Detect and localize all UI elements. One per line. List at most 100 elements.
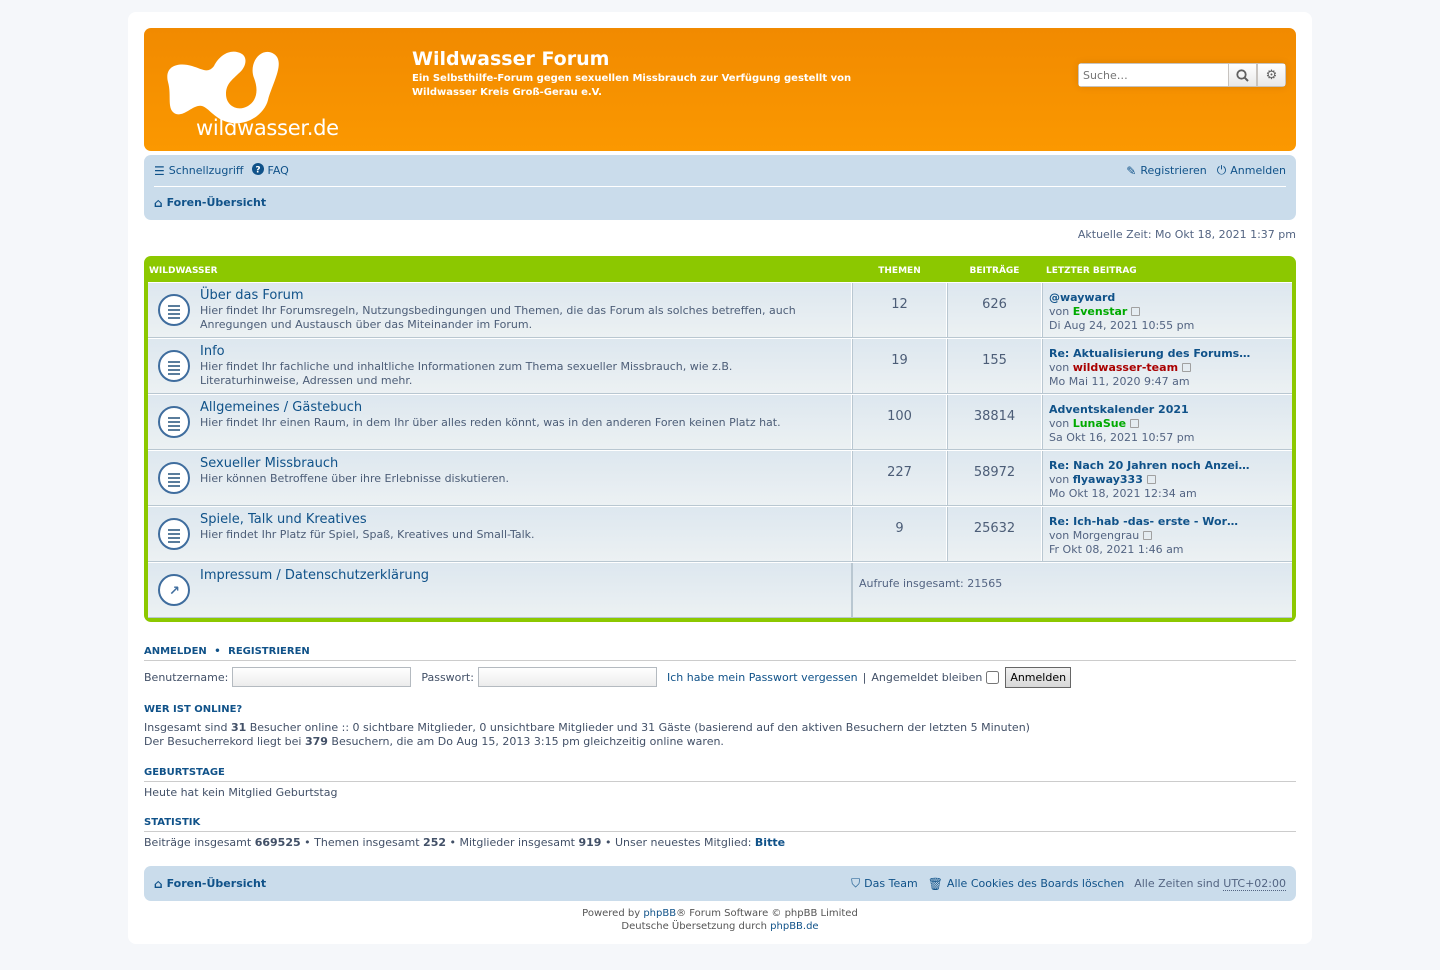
- last-post-date: Mo Okt 18, 2021 12:34 am: [1049, 487, 1197, 500]
- last-post-title[interactable]: Re: Nach 20 Jahren noch Anzei…: [1049, 459, 1250, 472]
- search-input[interactable]: [1078, 63, 1228, 87]
- search-button[interactable]: [1228, 63, 1257, 87]
- category-header[interactable]: WILDWASSER: [148, 266, 852, 276]
- forum-title[interactable]: Impressum / Datenschutzerklärung: [200, 568, 429, 583]
- view-latest-post-icon[interactable]: [1131, 307, 1141, 316]
- view-latest-post-icon[interactable]: [1146, 475, 1156, 484]
- login-link[interactable]: ⏻ Anmelden: [1217, 163, 1286, 178]
- pipe-separator: |: [862, 670, 867, 684]
- forum-read-icon: [158, 294, 190, 326]
- question-icon: ?: [251, 163, 264, 178]
- menu-icon: ☰: [154, 163, 165, 178]
- last-post-user[interactable]: flyaway333: [1073, 473, 1143, 486]
- online-section: WER IST ONLINE? Insgesamt sind 31 Besuch…: [144, 704, 1296, 749]
- login-section: ANMELDEN • REGISTRIEREN Benutzername: Pa…: [144, 646, 1296, 690]
- forum-read-icon: [158, 406, 190, 438]
- view-latest-post-icon[interactable]: [1182, 363, 1192, 372]
- topics-count: 227: [852, 451, 947, 505]
- last-post-user[interactable]: LunaSue: [1073, 417, 1126, 430]
- username-label: Benutzername:: [144, 670, 229, 684]
- password-label: Passwort:: [421, 670, 474, 684]
- phpbb-link[interactable]: phpBB: [643, 908, 676, 919]
- forum-title[interactable]: Info: [200, 344, 225, 359]
- register-link[interactable]: ✎ Registrieren: [1126, 163, 1206, 178]
- online-link[interactable]: WER IST ONLINE?: [144, 704, 242, 715]
- delete-cookies-link[interactable]: 🗑 Alle Cookies des Boards löschen: [928, 876, 1125, 891]
- posts-count: 58972: [947, 451, 1042, 505]
- forum-title[interactable]: Allgemeines / Gästebuch: [200, 400, 362, 415]
- posts-count: 155: [947, 339, 1042, 393]
- last-post-date: Mo Mai 11, 2020 9:47 am: [1049, 375, 1190, 388]
- last-post-user[interactable]: Evenstar: [1073, 305, 1128, 318]
- stats-title: STATISTIK: [144, 817, 1296, 832]
- last-post-title[interactable]: Adventskalender 2021: [1049, 403, 1189, 416]
- last-post-title[interactable]: Re: Ich-hab -das- erste - Wor…: [1049, 515, 1238, 528]
- last-post: Re: Aktualisierung des Forums… von wildw…: [1042, 339, 1292, 393]
- login-title: ANMELDEN • REGISTRIEREN: [144, 646, 1296, 661]
- powered-text: ® Forum Software © phpBB Limited: [676, 908, 858, 919]
- forum-title[interactable]: Sexueller Missbrauch: [200, 456, 338, 471]
- trash-icon: 🗑: [927, 876, 943, 891]
- view-latest-post-icon[interactable]: [1130, 419, 1140, 428]
- phpbb-de-link[interactable]: phpBB.de: [770, 921, 818, 932]
- team-label: Das Team: [864, 877, 918, 890]
- last-post-date: Di Aug 24, 2021 10:55 pm: [1049, 319, 1195, 332]
- stats-label: • Unser neuestes Mitglied:: [601, 836, 755, 849]
- timezone-info: Alle Zeiten sind UTC+02:00: [1134, 876, 1286, 891]
- view-latest-post-icon[interactable]: [1143, 531, 1153, 540]
- remember-checkbox[interactable]: [986, 670, 1000, 684]
- advanced-search-button[interactable]: ⚙: [1257, 63, 1286, 87]
- stats-label: • Themen insgesamt: [300, 836, 424, 849]
- forum-read-icon: [158, 350, 190, 382]
- password-input[interactable]: [477, 667, 657, 687]
- header-bar: wildwasser.de Wildwasser Forum Ein Selbs…: [144, 28, 1296, 151]
- forum-description: Hier findet Ihr Forumsregeln, Nutzungsbe…: [200, 304, 796, 331]
- last-post-title[interactable]: Re: Aktualisierung des Forums…: [1049, 347, 1250, 360]
- external-link-icon: ↗: [158, 574, 190, 606]
- footer-breadcrumb-label: Foren-Übersicht: [166, 877, 267, 890]
- copyright: Powered by phpBB® Forum Software © phpBB…: [144, 901, 1296, 933]
- last-post-title[interactable]: @wayward: [1049, 291, 1115, 304]
- newest-member-link[interactable]: Bitte: [755, 836, 785, 849]
- home-icon: ⌂: [154, 195, 163, 210]
- stats-label: Beiträge insgesamt: [144, 836, 255, 849]
- posts-count: 626: [947, 283, 1042, 337]
- team-link[interactable]: ⛉ Das Team: [851, 876, 918, 891]
- birthday-text: Heute hat kein Mitglied Geburtstag: [144, 786, 338, 799]
- last-post: Re: Ich-hab -das- erste - Wor… von Morge…: [1042, 507, 1292, 561]
- username-input[interactable]: [232, 667, 412, 687]
- footer-breadcrumb-home[interactable]: ⌂ Foren-Übersicht: [154, 877, 266, 891]
- site-description: Ein Selbsthilfe-Forum gegen sexuellen Mi…: [412, 73, 852, 98]
- stats-text: Beiträge insgesamt 669525 • Themen insge…: [144, 832, 1296, 850]
- last-post-date: Sa Okt 16, 2021 10:57 pm: [1049, 431, 1195, 444]
- breadcrumb-home[interactable]: ⌂ Foren-Übersicht: [154, 196, 266, 210]
- forum-description: Hier können Betroffene über ihre Erlebni…: [200, 472, 509, 485]
- stats-topics: 252: [423, 836, 447, 849]
- forum-list-header: WILDWASSER THEMEN BEITRÄGE LETZTER BEITR…: [148, 260, 1292, 282]
- register-heading-link[interactable]: REGISTRIEREN: [228, 646, 310, 657]
- last-post-user[interactable]: wildwasser-team: [1073, 361, 1178, 374]
- online-text-part: Besucher online :: 0 sichtbare Mitgliede…: [246, 721, 1030, 734]
- posts-count: 38814: [947, 395, 1042, 449]
- current-time: Aktuelle Zeit: Mo Okt 18, 2021 1:37 pm: [1077, 228, 1296, 241]
- login-heading-link[interactable]: ANMELDEN: [144, 646, 207, 657]
- home-icon: ⌂: [154, 876, 163, 891]
- link-views: Aufrufe insgesamt: 21565: [852, 563, 1292, 617]
- faq-link[interactable]: ? FAQ: [251, 163, 289, 178]
- login-button[interactable]: Anmelden: [1005, 666, 1072, 688]
- forum-title[interactable]: Spiele, Talk und Kreatives: [200, 512, 367, 527]
- stats-section: STATISTIK Beiträge insgesamt 669525 • Th…: [144, 817, 1296, 850]
- forum-row: Info Hier findet Ihr fachliche und inhal…: [148, 338, 1292, 394]
- forum-row: Spiele, Talk und Kreatives Hier findet I…: [148, 506, 1292, 562]
- timezone-label: Alle Zeiten sind: [1134, 877, 1220, 890]
- quicklinks-menu[interactable]: ☰ Schnellzugriff: [154, 164, 244, 178]
- online-count: 31: [230, 721, 247, 734]
- last-post-header: LETZTER BEITRAG: [1046, 266, 1137, 276]
- topics-count: 19: [852, 339, 947, 393]
- svg-text:?: ?: [255, 166, 260, 176]
- footer-navbar: ⌂ Foren-Übersicht ⛉ Das Team 🗑 Alle Cook…: [144, 866, 1296, 901]
- search-box: ⚙: [1078, 63, 1286, 87]
- breadcrumb-label: Foren-Übersicht: [166, 196, 267, 209]
- forgot-password-link[interactable]: Ich habe mein Passwort vergessen: [667, 671, 858, 684]
- forum-title[interactable]: Über das Forum: [200, 288, 304, 303]
